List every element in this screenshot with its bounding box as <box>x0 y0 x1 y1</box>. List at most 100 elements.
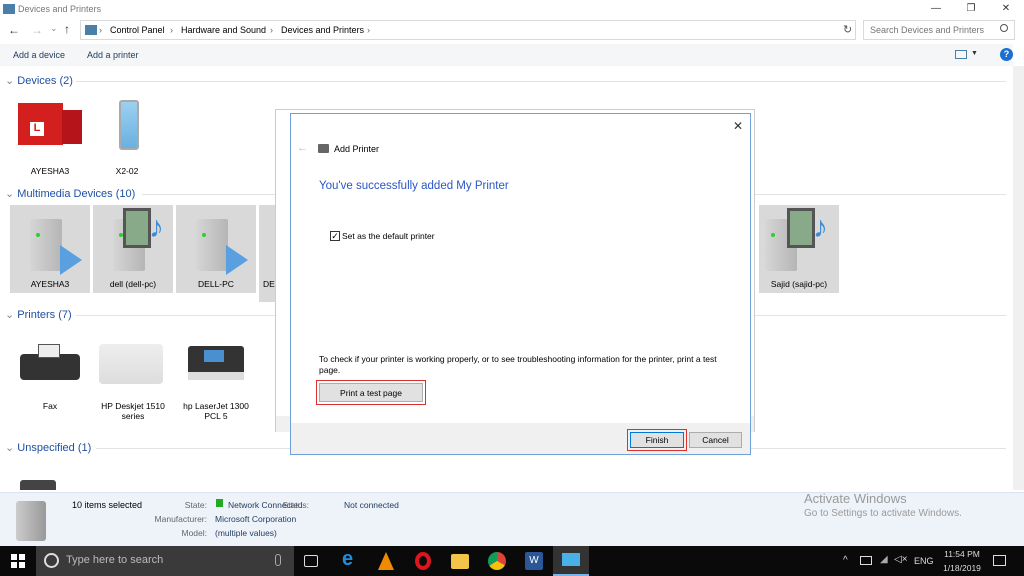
clock-time[interactable]: 11:54 PM <box>940 549 984 559</box>
model-label: Model: <box>181 528 207 538</box>
print-test-page-button[interactable]: Print a test page <box>316 380 426 405</box>
model-value: (multiple values) <box>215 528 277 538</box>
dialog-heading: You've successfully added My Printer <box>319 180 509 192</box>
location-icon <box>85 25 97 35</box>
close-button[interactable]: ✕ <box>996 3 1016 14</box>
chevron-down-icon[interactable]: ▼ <box>971 50 978 57</box>
view-options-icon[interactable] <box>955 50 967 59</box>
command-bar <box>0 44 1013 66</box>
group-multimedia-header[interactable]: ⌄ Multimedia Devices (10) <box>5 187 135 200</box>
task-view-icon[interactable] <box>304 555 318 567</box>
search-input[interactable] <box>863 20 1015 40</box>
battery-icon[interactable] <box>860 556 872 565</box>
media-icon <box>787 208 815 248</box>
state-label: State: <box>184 500 207 510</box>
media-device-dell-pc[interactable]: DELL-PC <box>176 205 256 293</box>
word-icon[interactable]: W <box>525 552 543 570</box>
media-device-dell[interactable]: ♪ dell (dell-pc) <box>93 205 173 293</box>
maximize-button[interactable]: ❐ <box>961 3 981 14</box>
printer-hp-deskjet[interactable]: HP Deskjet 1510 series <box>93 340 173 425</box>
device-label: X2-02 <box>115 166 139 176</box>
selected-devices-icon <box>16 501 46 541</box>
printer-hp-laserjet[interactable]: hp LaserJet 1300 PCL 5 <box>176 340 256 425</box>
devices-printers-icon <box>3 4 15 14</box>
status-label: Status: <box>282 500 309 510</box>
network-icon <box>216 499 223 507</box>
back-icon[interactable]: ← <box>8 23 20 37</box>
window-title: Devices and Printers <box>18 4 102 14</box>
group-devices-header[interactable]: ⌄ Devices (2) <box>5 74 73 87</box>
media-device-ayesha3[interactable]: AYESHA3 <box>10 205 90 293</box>
recent-locations-icon[interactable]: ⌄ <box>50 23 58 34</box>
control-panel-icon <box>562 553 580 566</box>
refresh-icon[interactable]: ↻ <box>843 23 852 36</box>
edge-icon[interactable]: e <box>342 548 360 570</box>
search-placeholder: Type here to search <box>66 554 164 566</box>
unspecified-device-icon[interactable] <box>20 480 56 490</box>
printer-icon <box>99 344 163 384</box>
breadcrumb-control-panel[interactable]: Control Panel <box>110 25 165 35</box>
chrome-icon[interactable] <box>488 552 506 570</box>
activation-watermark-subtitle: Go to Settings to activate Windows. <box>804 508 962 519</box>
printer-fax[interactable]: Fax <box>10 340 90 425</box>
device-label: DELL-PC <box>198 279 234 289</box>
device-x2-02[interactable]: X2-02 <box>87 100 167 180</box>
activation-watermark-title: Activate Windows <box>804 491 907 506</box>
play-icon <box>60 245 82 275</box>
device-label: Sajid (sajid-pc) <box>770 279 828 289</box>
printer-label: HP Deskjet 1510 series <box>101 401 165 421</box>
device-label: DE <box>263 279 275 289</box>
finish-button[interactable]: Finish <box>627 429 687 451</box>
device-label: AYESHA3 <box>30 279 70 289</box>
default-printer-label[interactable]: Set as the default printer <box>342 231 435 241</box>
microphone-icon[interactable] <box>275 554 281 566</box>
clock-date[interactable]: 1/18/2019 <box>940 563 984 573</box>
breadcrumb-hardware-sound[interactable]: Hardware and Sound <box>181 25 266 35</box>
vlc-icon[interactable] <box>378 552 394 570</box>
printer-label: Fax <box>42 401 58 411</box>
device-label: AYESHA3 <box>30 166 70 176</box>
group-printers-header[interactable]: ⌄ Printers (7) <box>5 308 72 321</box>
cortana-icon <box>44 553 59 568</box>
add-device-button[interactable]: Add a device <box>13 50 65 60</box>
media-icon <box>123 208 151 248</box>
manufacturer-value: Microsoft Corporation <box>215 514 297 524</box>
action-center-icon[interactable] <box>993 555 1006 566</box>
details-pane: 10 items selected State: Network Connect… <box>0 491 1024 546</box>
phone-icon <box>119 100 139 150</box>
default-printer-checkbox[interactable]: ✓ <box>330 231 340 241</box>
device-ayesha3[interactable]: L AYESHA3 <box>10 100 90 180</box>
opera-icon[interactable] <box>415 552 431 570</box>
server-icon <box>30 219 62 271</box>
dialog-close-button[interactable]: ✕ <box>733 119 743 133</box>
control-panel-taskbar-button[interactable] <box>553 546 589 576</box>
wifi-icon[interactable]: ◢ <box>880 554 888 565</box>
show-hidden-icons[interactable]: ^ <box>843 555 848 566</box>
play-icon <box>226 245 248 275</box>
help-button[interactable]: ? <box>1000 48 1013 61</box>
search-icon[interactable] <box>1000 24 1008 32</box>
dialog-info-text: To check if your printer is working prop… <box>319 354 717 375</box>
start-button[interactable] <box>11 554 25 568</box>
breadcrumb-devices-printers[interactable]: Devices and Printers <box>281 25 364 35</box>
dialog-title: Add Printer <box>334 144 380 154</box>
language-indicator[interactable]: ENG <box>914 556 934 566</box>
add-printer-button[interactable]: Add a printer <box>87 50 139 60</box>
file-explorer-icon[interactable] <box>451 554 469 569</box>
group-unspecified-header[interactable]: ⌄ Unspecified (1) <box>5 441 91 454</box>
cancel-button[interactable]: Cancel <box>689 432 742 448</box>
manufacturer-label: Manufacturer: <box>154 514 207 524</box>
server-icon <box>196 219 228 271</box>
minimize-button[interactable]: — <box>926 3 946 14</box>
forward-icon[interactable]: → <box>31 23 43 37</box>
dialog-back-icon[interactable]: ← <box>297 142 308 154</box>
media-device-sajid[interactable]: ♪ Sajid (sajid-pc) <box>759 205 839 293</box>
volume-muted-icon[interactable]: ◁× <box>894 554 908 565</box>
device-label: dell (dell-pc) <box>109 279 157 289</box>
add-printer-dialog: ✕ ← Add Printer You've successfully adde… <box>290 113 751 455</box>
status-value: Not connected <box>344 500 399 510</box>
vertical-scrollbar[interactable] <box>1013 66 1024 490</box>
printer-icon <box>318 144 329 153</box>
up-icon[interactable]: ↑ <box>64 22 70 36</box>
taskbar-search[interactable]: Type here to search <box>36 546 294 576</box>
